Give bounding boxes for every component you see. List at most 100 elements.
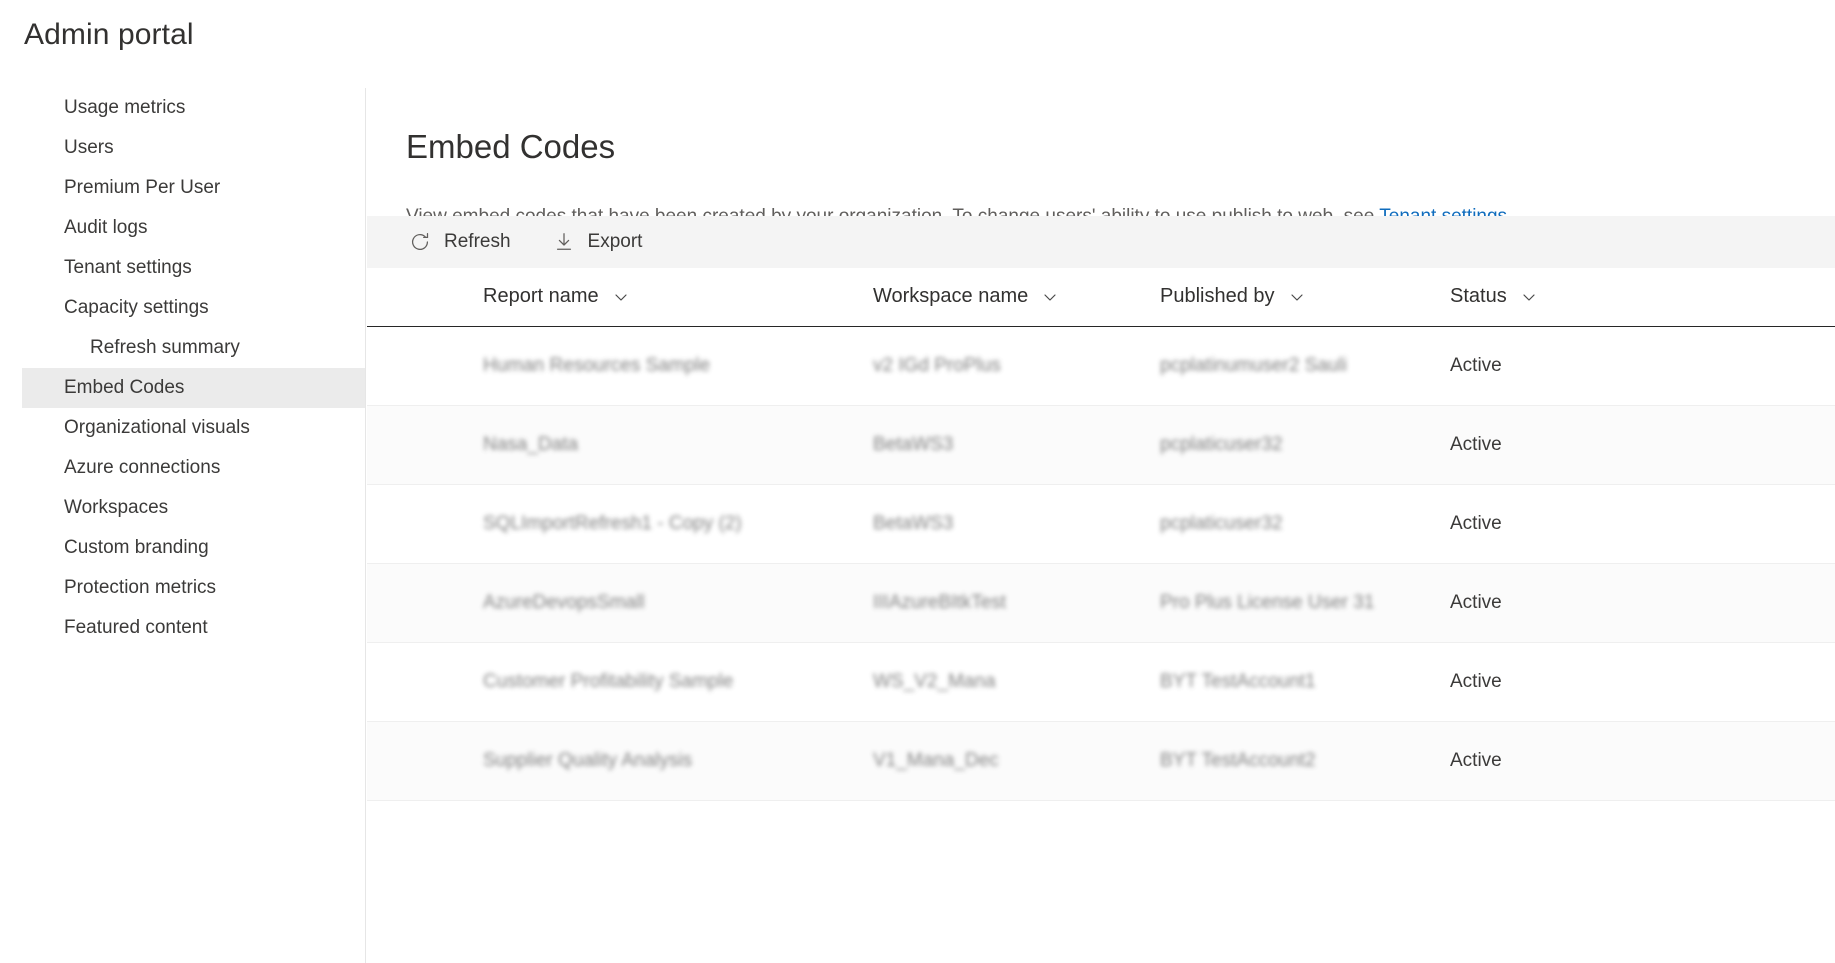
row-gutter — [367, 642, 483, 722]
section-title: Embed Codes — [406, 128, 616, 166]
column-label: Workspace name — [873, 285, 1029, 308]
sidebar-item-label: Users — [64, 137, 114, 158]
table-row[interactable]: SQLImportRefresh1 - Copy (2) BetaWS3 pcpla… — [367, 484, 1835, 564]
sidebar-item-label: Organizational visuals — [64, 417, 250, 438]
main-content: Embed Codes View embed codes that have b… — [367, 88, 1835, 963]
column-header-report-name[interactable]: Report name — [483, 268, 873, 327]
chevron-down-icon[interactable] — [1521, 289, 1537, 305]
cell-status: Active — [1450, 484, 1835, 564]
cell-status-value: Active — [1450, 670, 1502, 692]
cell-workspace-name: WS_V2_Mana — [873, 642, 1160, 722]
chevron-down-icon[interactable] — [1289, 289, 1305, 305]
sidebar-item-audit-logs[interactable]: Audit logs — [0, 208, 365, 248]
table-row[interactable]: Customer Profitability Sample WS_V2_Mana B… — [367, 642, 1835, 722]
table-body: Human Resources Sample v2 IGd ProPlus pcpl… — [367, 326, 1835, 801]
column-label: Report name — [483, 285, 599, 308]
cell-workspace-name-value: WS_V2_Mana — [873, 670, 996, 692]
cell-workspace-name-value: V1_Mana_Dec — [873, 749, 999, 771]
column-header-workspace-name[interactable]: Workspace name — [873, 268, 1160, 327]
cell-status-value: Active — [1450, 749, 1502, 771]
column-label: Published by — [1160, 285, 1275, 308]
row-gutter — [367, 721, 483, 801]
chevron-down-icon[interactable] — [1042, 289, 1058, 305]
cell-published-by: Pro Plus License User 31 — [1160, 563, 1450, 643]
cell-status-value: Active — [1450, 591, 1502, 613]
cell-workspace-name-value: BetaWS3 — [873, 512, 954, 534]
sidebar-item-embed-codes[interactable]: Embed Codes — [22, 368, 365, 408]
cell-workspace-name-value: IIIAzureBItkTest — [873, 591, 1007, 613]
row-gutter — [367, 484, 483, 564]
sidebar-item-organizational-visuals[interactable]: Organizational visuals — [0, 408, 365, 448]
sidebar-item-featured-content[interactable]: Featured content — [0, 608, 365, 648]
table-row[interactable]: Supplier Quality Analysis V1_Mana_Dec BYT … — [367, 721, 1835, 801]
sidebar-item-label: Featured content — [64, 617, 208, 638]
sidebar-item-usage-metrics[interactable]: Usage metrics — [0, 88, 365, 128]
row-gutter — [367, 563, 483, 643]
sidebar-item-workspaces[interactable]: Workspaces — [0, 488, 365, 528]
refresh-label: Refresh — [444, 231, 511, 252]
cell-report-name-value: Nasa_Data — [483, 433, 579, 455]
cell-report-name: Supplier Quality Analysis — [483, 721, 873, 801]
sidebar-item-label: Usage metrics — [64, 97, 186, 118]
chevron-down-icon[interactable] — [613, 289, 629, 305]
sidebar-item-label: Custom branding — [64, 537, 209, 558]
column-header-published-by[interactable]: Published by — [1160, 268, 1450, 327]
sidebar-item-label: Embed Codes — [64, 377, 185, 398]
cell-published-by-value: BYT TestAccount2 — [1160, 749, 1316, 771]
download-icon — [553, 231, 575, 253]
cell-report-name-value: Customer Profitability Sample — [483, 670, 734, 692]
cell-report-name-value: AzureDevopsSmall — [483, 591, 645, 613]
sidebar-item-custom-branding[interactable]: Custom branding — [0, 528, 365, 568]
cell-workspace-name: BetaWS3 — [873, 484, 1160, 564]
cell-published-by: BYT TestAccount1 — [1160, 642, 1450, 722]
sidebar-item-refresh-summary[interactable]: Refresh summary — [0, 328, 365, 368]
cell-report-name-value: Supplier Quality Analysis — [483, 749, 693, 771]
sidebar-item-premium-per-user[interactable]: Premium Per User — [0, 168, 365, 208]
refresh-icon — [409, 231, 431, 253]
sidebar-item-protection-metrics[interactable]: Protection metrics — [0, 568, 365, 608]
table-header: Report name Workspace name Published by … — [367, 268, 1835, 327]
sidebar-item-label: Tenant settings — [64, 257, 192, 278]
cell-status: Active — [1450, 563, 1835, 643]
cell-report-name: SQLImportRefresh1 - Copy (2) — [483, 484, 873, 564]
cell-published-by-value: pcplaticuser32 — [1160, 433, 1283, 455]
command-bar: Refresh Export — [367, 216, 1835, 268]
sidebar-item-azure-connections[interactable]: Azure connections — [0, 448, 365, 488]
table-row[interactable]: Nasa_Data BetaWS3 pcplaticuser32 Active — [367, 405, 1835, 485]
sidebar-item-tenant-settings[interactable]: Tenant settings — [0, 248, 365, 288]
cell-workspace-name: BetaWS3 — [873, 405, 1160, 485]
cell-status-value: Active — [1450, 433, 1502, 455]
sidebar-item-capacity-settings[interactable]: Capacity settings — [0, 288, 365, 328]
column-header-status[interactable]: Status — [1450, 268, 1835, 327]
table-row[interactable]: Human Resources Sample v2 IGd ProPlus pcpl… — [367, 326, 1835, 406]
admin-portal-page: Admin portal Usage metrics Users Premium P… — [0, 0, 1835, 963]
cell-report-name: AzureDevopsSmall — [483, 563, 873, 643]
cell-report-name-value: Human Resources Sample — [483, 354, 711, 376]
cell-status: Active — [1450, 326, 1835, 406]
cell-published-by-value: Pro Plus License User 31 — [1160, 591, 1375, 613]
cell-status: Active — [1450, 405, 1835, 485]
cell-workspace-name-value: v2 IGd ProPlus — [873, 354, 1001, 376]
sidebar-item-list: Usage metrics Users Premium Per User Audit … — [0, 88, 365, 648]
cell-workspace-name: IIIAzureBItkTest — [873, 563, 1160, 643]
table-header-gutter — [367, 268, 483, 327]
page-title: Admin portal — [24, 18, 194, 51]
export-label: Export — [587, 231, 643, 252]
cell-workspace-name: V1_Mana_Dec — [873, 721, 1160, 801]
cell-published-by: pcplaticuser32 — [1160, 405, 1450, 485]
cell-report-name: Nasa_Data — [483, 405, 873, 485]
sidebar-item-users[interactable]: Users — [0, 128, 365, 168]
cell-published-by: BYT TestAccount2 — [1160, 721, 1450, 801]
cell-status: Active — [1450, 642, 1835, 722]
embed-codes-table: Report name Workspace name Published by … — [367, 268, 1835, 801]
embed-codes-table-container: Report name Workspace name Published by … — [367, 268, 1835, 963]
sidebar-item-label: Premium Per User — [64, 177, 221, 198]
cell-workspace-name-value: BetaWS3 — [873, 433, 954, 455]
refresh-button[interactable]: Refresh — [403, 227, 517, 257]
table-header-row: Report name Workspace name Published by … — [367, 268, 1835, 327]
cell-workspace-name: v2 IGd ProPlus — [873, 326, 1160, 406]
table-row[interactable]: AzureDevopsSmall IIIAzureBItkTest Pro Plus… — [367, 563, 1835, 643]
export-button[interactable]: Export — [547, 227, 649, 257]
cell-status: Active — [1450, 721, 1835, 801]
cell-published-by-value: BYT TestAccount1 — [1160, 670, 1316, 692]
